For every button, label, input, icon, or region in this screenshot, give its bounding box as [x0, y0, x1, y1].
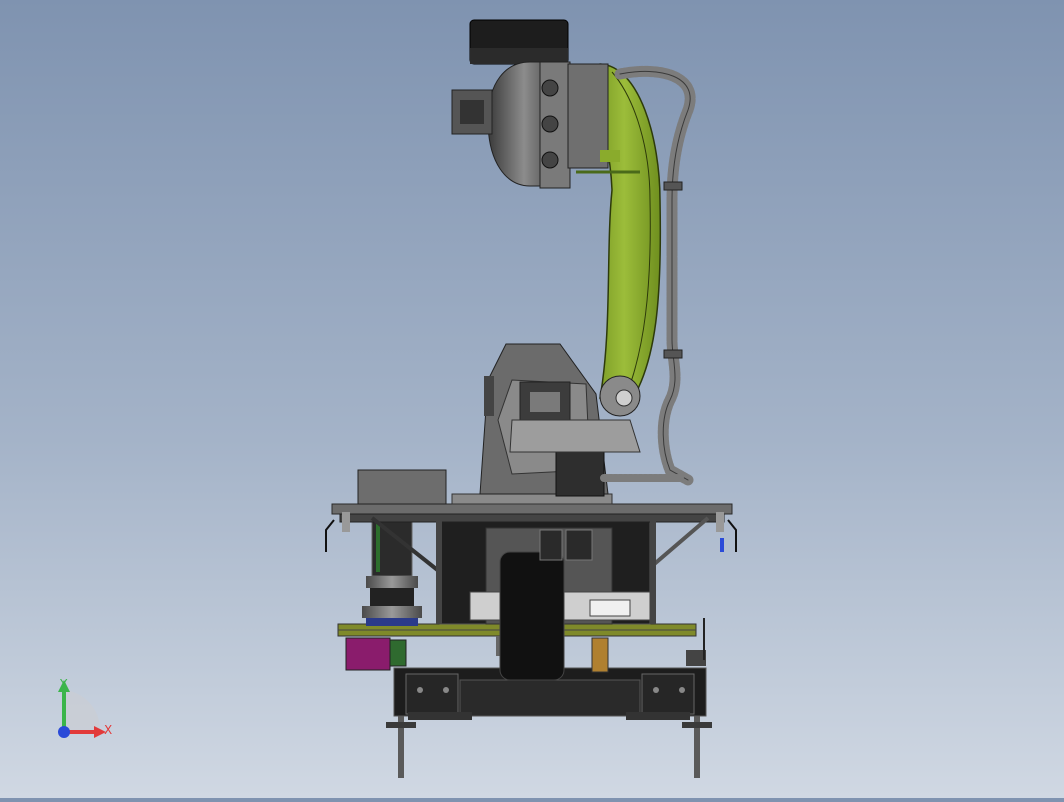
cad-viewport[interactable]	[0, 0, 1064, 798]
x-axis-label: X	[104, 723, 112, 737]
drive-unit	[439, 519, 651, 681]
control-box	[357, 469, 447, 505]
left-support-leg	[398, 712, 404, 778]
coordinate-triad: Y X	[44, 676, 124, 746]
triad-icon: Y X	[58, 677, 112, 738]
right-support-leg	[694, 712, 700, 778]
z-axis-dot	[58, 726, 70, 738]
robot-model[interactable]	[0, 0, 1064, 798]
y-axis-label: Y	[59, 677, 68, 691]
drive-motor-box	[345, 637, 391, 671]
drive-wheel	[499, 551, 565, 681]
